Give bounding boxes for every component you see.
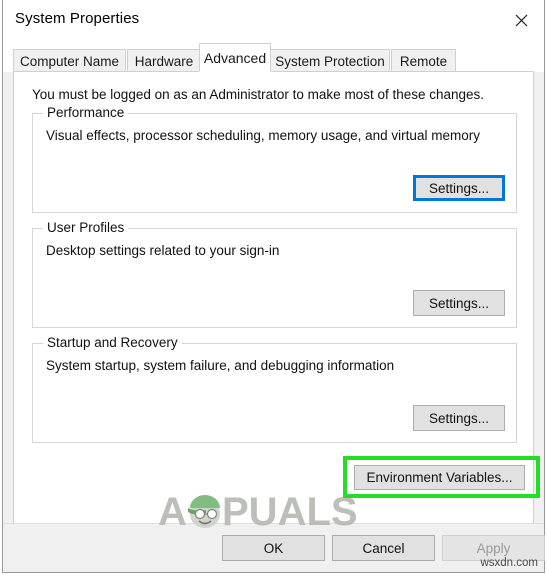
group-user-profiles: User Profiles Desktop settings related t… [32,220,517,328]
performance-settings-button[interactable]: Settings... [413,175,505,201]
environment-variables-button[interactable]: Environment Variables... [354,465,525,490]
tab-remote[interactable]: Remote [391,49,456,72]
tab-label: Hardware [134,53,194,69]
tab-system-protection[interactable]: System Protection [270,49,390,72]
button-label: OK [263,540,284,556]
button-label: Cancel [362,540,405,556]
tab-label: Advanced [203,49,267,66]
tab-label: Computer Name [19,53,120,69]
site-watermark: wsxdn.com [480,557,538,569]
ok-button[interactable]: OK [222,535,325,561]
group-title-user-profiles: User Profiles [43,220,129,235]
close-icon-glyph [515,14,527,26]
button-label: Settings... [428,295,490,311]
title-bar: System Properties [3,0,544,40]
button-label: Settings... [428,180,490,196]
group-startup-recovery: Startup and Recovery System startup, sys… [32,335,517,443]
startup-recovery-settings-button[interactable]: Settings... [413,405,505,431]
window-title: System Properties [15,10,140,27]
group-description-performance: Visual effects, processor scheduling, me… [46,128,480,143]
tab-advanced[interactable]: Advanced [199,43,271,72]
button-label: Settings... [428,410,490,426]
user-profiles-settings-button[interactable]: Settings... [413,290,505,316]
tab-label: Remote [399,53,448,69]
close-icon[interactable] [498,0,544,40]
button-label: Environment Variables... [366,470,513,485]
cancel-button[interactable]: Cancel [332,535,435,561]
group-title-startup-recovery: Startup and Recovery [43,335,182,350]
group-description-startup-recovery: System startup, system failure, and debu… [46,358,395,373]
tab-label: System Protection [275,53,385,69]
dialog-footer: OK Cancel Apply [3,523,545,572]
administrator-note: You must be logged on as an Administrato… [32,87,485,102]
tab-computer-name[interactable]: Computer Name [13,49,126,72]
group-performance: Performance Visual effects, processor sc… [32,105,517,213]
tab-hardware[interactable]: Hardware [127,49,201,72]
system-properties-dialog: System Properties Computer Name Hardware… [2,0,545,573]
group-title-performance: Performance [43,105,129,120]
tab-strip: Computer Name Hardware Advanced System P… [3,40,544,72]
group-description-user-profiles: Desktop settings related to your sign-in [46,243,280,258]
button-label: Apply [476,540,511,556]
